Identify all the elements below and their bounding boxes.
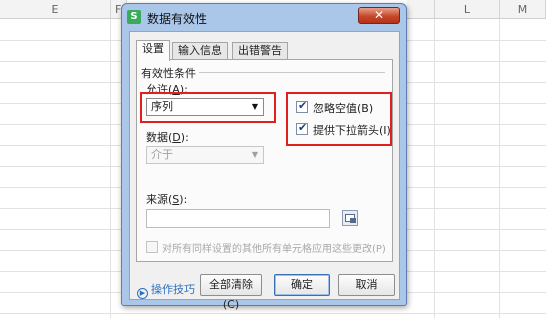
group-divider (199, 72, 385, 73)
data-select-value: 介于 (151, 148, 173, 161)
tips-link-label: 操作技巧 (151, 283, 195, 296)
checkmark-icon: ✔ (298, 121, 308, 134)
source-label-tail: ): (179, 193, 188, 206)
column-header-l[interactable]: L (435, 0, 500, 19)
validation-criteria-label: 有效性条件 (141, 67, 196, 80)
column-header-l-label: L (463, 3, 471, 16)
column-header-m-label: M (517, 3, 528, 16)
tab-input-message[interactable]: 输入信息 (172, 42, 228, 60)
dialog-titlebar[interactable]: S 数据有效性 ✕ (122, 4, 406, 30)
data-label-text: 数据( (146, 131, 173, 144)
range-picker-button[interactable] (342, 210, 358, 226)
column-header-m[interactable]: M (500, 0, 546, 19)
ok-button[interactable]: 确定 (274, 274, 330, 296)
dialog-title: 数据有效性 (147, 12, 208, 26)
gridline (110, 19, 111, 318)
dialog-body: 设置 输入信息 出错警告 有效性条件 允许(A): 序列 ▼ 数据(D): 介于… (129, 31, 400, 311)
dropdown-arrow-label[interactable]: 提供下拉箭头(I) (313, 122, 391, 138)
gridline (499, 19, 500, 318)
data-label-accesskey: D (172, 131, 181, 144)
column-header-e[interactable]: E (0, 0, 111, 19)
data-label-tail: ): (180, 131, 189, 144)
tab-error-alert[interactable]: 出错警告 (232, 42, 288, 60)
cancel-button[interactable]: 取消 (338, 274, 395, 296)
gridline (0, 313, 546, 314)
dropdown-arrow-checkbox[interactable]: ✔ (296, 121, 308, 135)
close-icon: ✕ (373, 8, 385, 22)
source-input[interactable] (146, 209, 330, 228)
checkmark-icon: ✔ (298, 99, 308, 112)
source-label-text: 来源( (146, 193, 173, 206)
wps-app-icon: S (127, 10, 141, 24)
tab-settings[interactable]: 设置 (136, 40, 170, 61)
ignore-blank-checkbox[interactable]: ✔ (296, 99, 308, 113)
column-header-e-label: E (51, 3, 59, 16)
gridline (434, 19, 435, 318)
dropdown-arrow-icon: ▼ (251, 150, 258, 159)
ignore-blank-label[interactable]: 忽略空值(B) (313, 100, 373, 116)
data-label: 数据(D): (146, 129, 189, 145)
play-icon: ▶ (137, 288, 148, 299)
range-picker-icon-arrow (350, 218, 356, 223)
close-button[interactable]: ✕ (358, 7, 400, 24)
column-header-k-partial[interactable] (407, 0, 435, 19)
data-validation-dialog: S 数据有效性 ✕ 设置 输入信息 出错警告 有效性条件 允许(A): 序列 ▼… (121, 3, 407, 311)
source-label: 来源(S): (146, 191, 187, 207)
apply-all-checkbox[interactable] (146, 241, 158, 253)
settings-panel: 有效性条件 允许(A): 序列 ▼ 数据(D): 介于 ▼ ✔ 忽略空值(B) … (136, 59, 393, 262)
clear-all-button[interactable]: 全部清除(C) (200, 274, 262, 311)
tips-link[interactable]: ▶ 操作技巧 (137, 281, 195, 299)
apply-all-label[interactable]: 对所有同样设置的其他所有单元格应用这些更改(P) (162, 240, 386, 255)
data-select[interactable]: 介于 ▼ (146, 146, 264, 164)
highlight-box-allow (140, 92, 276, 123)
